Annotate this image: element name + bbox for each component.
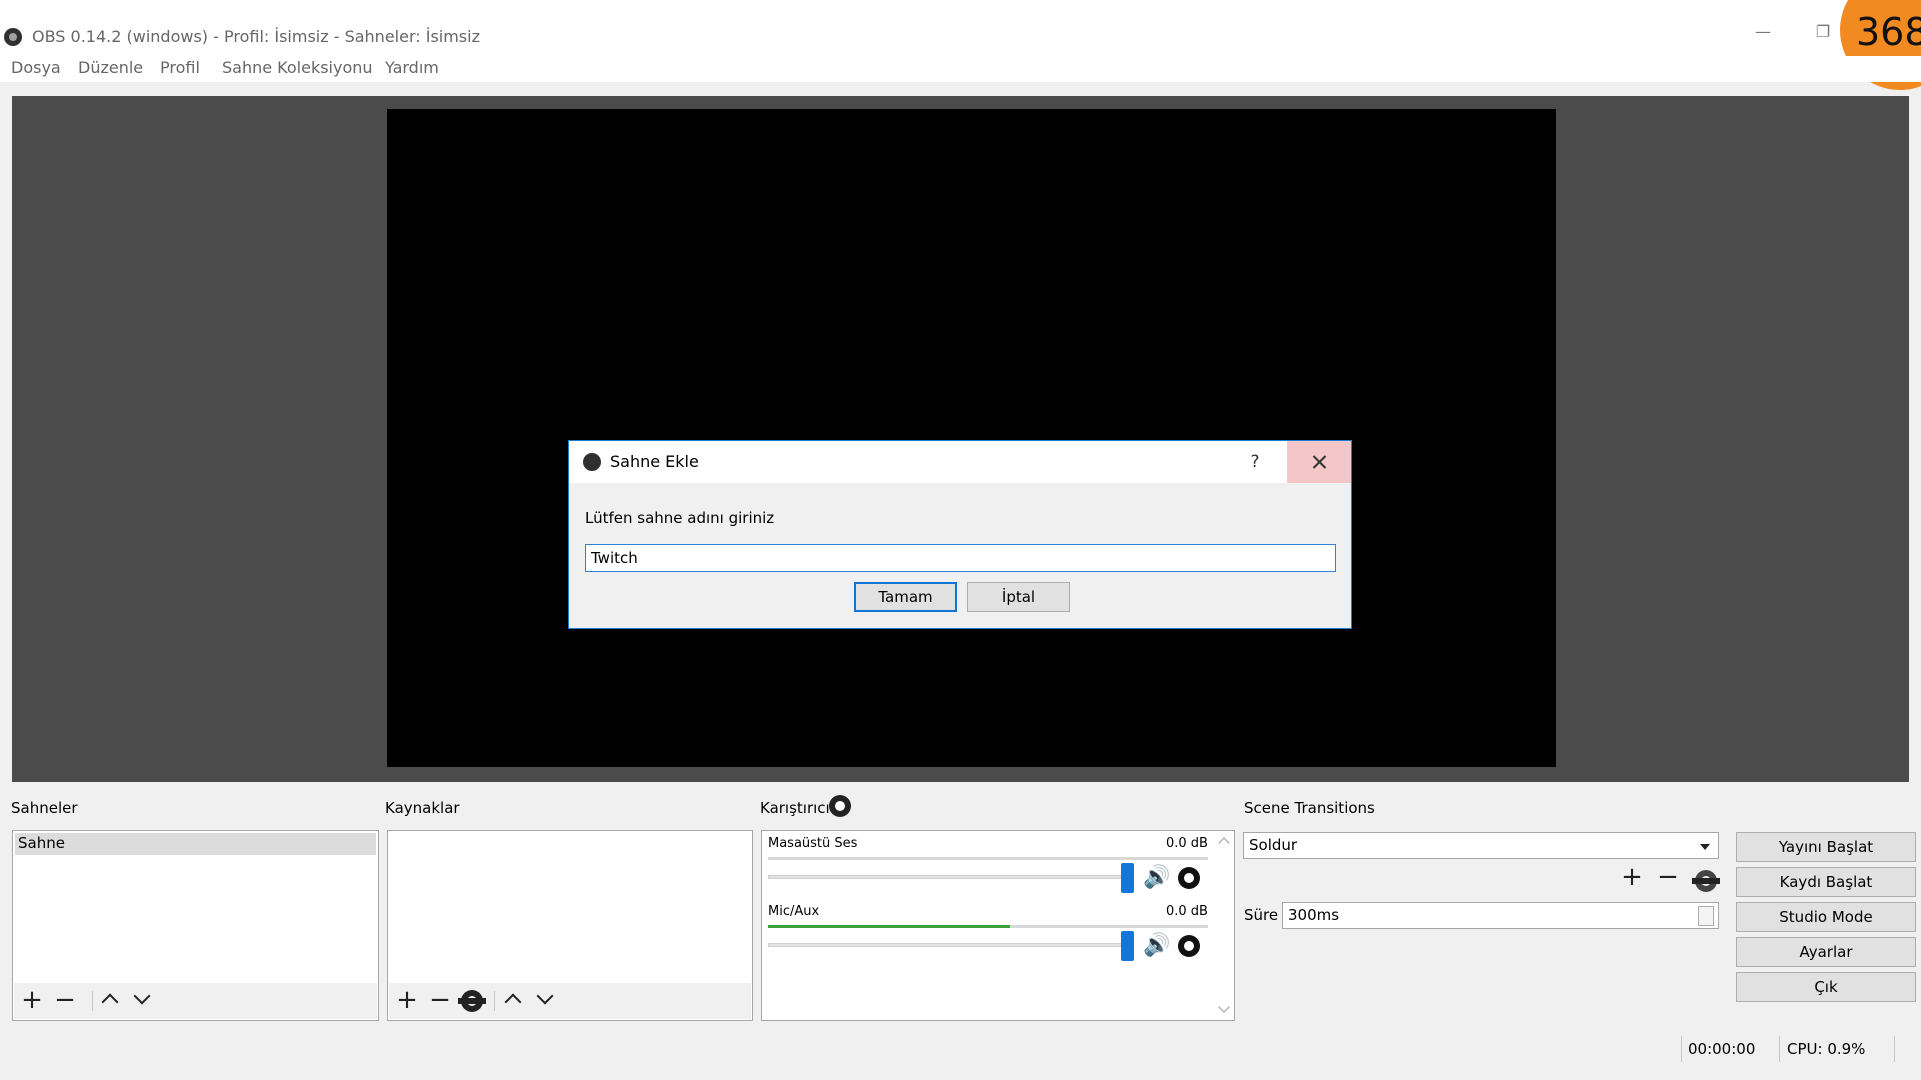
scenes-panel: Sahne + − xyxy=(12,830,379,1021)
mic-aux-volume-slider[interactable] xyxy=(768,943,1124,947)
preview-canvas[interactable] xyxy=(387,109,1556,767)
add-scene-dialog: Sahne Ekle ? Lütfen sahne adını giriniz … xyxy=(568,440,1352,629)
desktop-audio-speaker-icon[interactable]: 🔊 xyxy=(1143,867,1170,889)
scenes-toolbar: + − xyxy=(14,983,377,1019)
desktop-audio-db: 0.0 dB xyxy=(1166,836,1208,851)
desktop-audio-label: Masaüstü Ses xyxy=(768,836,858,851)
transition-select[interactable]: Soldur xyxy=(1243,832,1719,859)
desktop-audio-meter xyxy=(768,857,1208,860)
start-stream-button[interactable]: Yayını Başlat xyxy=(1736,832,1916,862)
status-time: 00:00:00 xyxy=(1688,1040,1756,1058)
add-source-button[interactable]: + xyxy=(393,987,421,1015)
sources-panel: + − xyxy=(387,830,753,1021)
minimize-button[interactable]: — xyxy=(1748,22,1778,46)
scene-list-item[interactable]: Sahne xyxy=(15,833,376,855)
status-separator xyxy=(1779,1036,1780,1062)
menu-edit[interactable]: Düzenle xyxy=(78,58,143,77)
menu-scene-collection[interactable]: Sahne Koleksiyonu xyxy=(222,58,373,77)
mic-aux-db: 0.0 dB xyxy=(1166,904,1208,919)
duration-value: 300ms xyxy=(1288,906,1340,924)
studio-mode-button[interactable]: Studio Mode xyxy=(1736,902,1916,932)
restore-button[interactable]: ❐ xyxy=(1808,22,1838,46)
move-scene-down-icon[interactable] xyxy=(133,987,151,1005)
dialog-close-icon[interactable] xyxy=(1287,441,1351,483)
move-source-down-icon[interactable] xyxy=(536,987,554,1005)
preview-area xyxy=(12,96,1909,782)
dialog-title-bar: Sahne Ekle ? xyxy=(569,441,1351,483)
move-scene-up-icon[interactable] xyxy=(101,993,119,1011)
exit-button[interactable]: Çık xyxy=(1736,972,1916,1002)
menu-profile[interactable]: Profil xyxy=(160,58,200,77)
chevron-down-icon xyxy=(1700,844,1710,850)
sources-toolbar: + − xyxy=(389,983,751,1019)
remove-transition-button[interactable]: − xyxy=(1654,864,1682,892)
spin-arrows-icon[interactable] xyxy=(1698,906,1714,926)
dialog-prompt: Lütfen sahne adını giriniz xyxy=(585,509,775,527)
add-transition-button[interactable]: + xyxy=(1618,864,1646,892)
mic-aux-gear-icon[interactable] xyxy=(1178,935,1200,957)
obs-logo-icon xyxy=(583,453,601,471)
mic-aux-volume-handle[interactable] xyxy=(1121,931,1134,961)
duration-label: Süre xyxy=(1244,906,1279,924)
menu-bar: Dosya Düzenle Profil Sahne Koleksiyonu Y… xyxy=(0,56,1921,82)
cancel-button[interactable]: İptal xyxy=(967,582,1070,612)
mixer-label: Karıştırıcı xyxy=(760,799,830,817)
mic-aux-speaker-icon[interactable]: 🔊 xyxy=(1143,935,1170,957)
scenes-label: Sahneler xyxy=(11,799,78,817)
start-record-button[interactable]: Kaydı Başlat xyxy=(1736,867,1916,897)
transition-settings-gear-icon[interactable] xyxy=(1692,870,1720,892)
settings-button[interactable]: Ayarlar xyxy=(1736,937,1916,967)
mixer-scrollbar[interactable] xyxy=(1216,831,1232,1020)
scene-name-input[interactable] xyxy=(585,544,1336,572)
dialog-title: Sahne Ekle xyxy=(610,452,699,471)
toolbar-separator xyxy=(494,991,495,1011)
sources-label: Kaynaklar xyxy=(385,799,460,817)
dialog-help-button[interactable]: ? xyxy=(1223,441,1287,483)
counter-badge-text: 368 xyxy=(1856,10,1921,54)
toolbar-separator xyxy=(92,991,93,1011)
status-separator xyxy=(1681,1036,1682,1062)
mic-aux-meter xyxy=(768,925,1208,928)
remove-scene-button[interactable]: − xyxy=(51,987,79,1015)
mixer-panel: Masaüstü Ses 0.0 dB 🔊 Mic/Aux 0.0 dB 🔊 xyxy=(761,830,1235,1021)
obs-main-window: OBS 0.14.2 (windows) - Profil: İsimsiz -… xyxy=(0,0,1921,1080)
mic-aux-label: Mic/Aux xyxy=(768,904,820,919)
transitions-label: Scene Transitions xyxy=(1244,799,1375,817)
desktop-audio-gear-icon[interactable] xyxy=(1178,867,1200,889)
menu-help[interactable]: Yardım xyxy=(385,58,439,77)
status-separator xyxy=(1894,1036,1895,1062)
status-cpu: CPU: 0.9% xyxy=(1787,1040,1866,1058)
scroll-up-icon[interactable] xyxy=(1218,837,1230,849)
desktop-audio-volume-slider[interactable] xyxy=(768,875,1124,879)
title-bar: OBS 0.14.2 (windows) - Profil: İsimsiz -… xyxy=(0,0,1921,56)
window-title: OBS 0.14.2 (windows) - Profil: İsimsiz -… xyxy=(32,27,480,46)
remove-source-button[interactable]: − xyxy=(426,987,454,1015)
add-scene-button[interactable]: + xyxy=(18,987,46,1015)
source-properties-gear-icon[interactable] xyxy=(458,990,486,1012)
duration-spinbox[interactable]: 300ms xyxy=(1282,902,1719,929)
scroll-down-icon[interactable] xyxy=(1218,1001,1230,1013)
transition-select-value: Soldur xyxy=(1249,836,1298,854)
move-source-up-icon[interactable] xyxy=(504,993,522,1011)
obs-logo-icon xyxy=(4,28,22,46)
mixer-settings-gear-icon[interactable] xyxy=(829,795,851,817)
ok-button[interactable]: Tamam xyxy=(854,582,957,612)
mic-aux-meter-fill xyxy=(768,925,1010,928)
desktop-audio-volume-handle[interactable] xyxy=(1121,863,1134,893)
menu-file[interactable]: Dosya xyxy=(11,58,61,77)
